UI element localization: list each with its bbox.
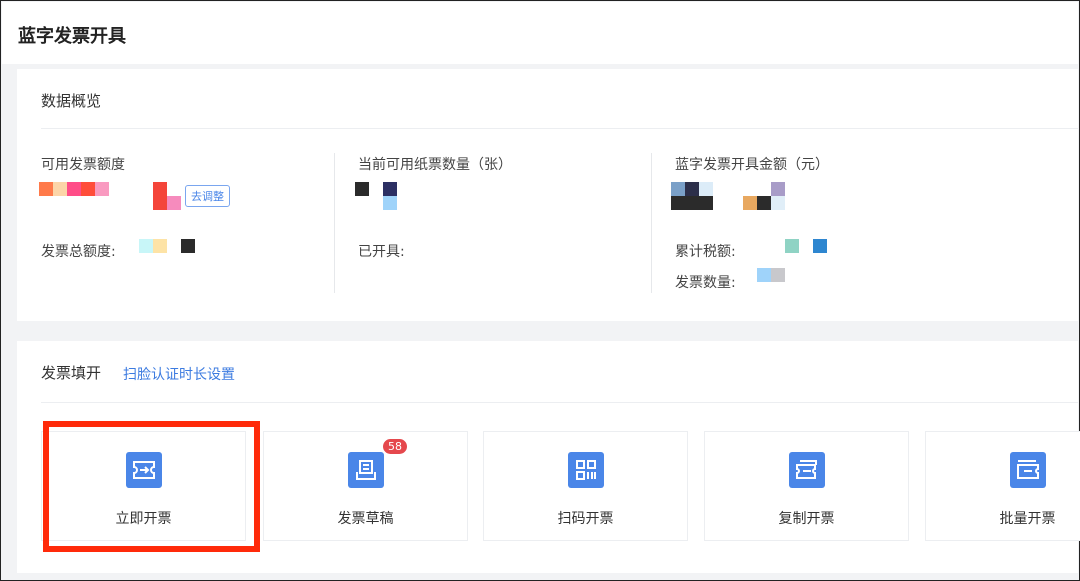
ticket-arrow-icon <box>125 452 162 488</box>
invoice-count-label: 发票数量: <box>675 275 736 291</box>
column-divider <box>651 153 652 293</box>
invoice-issue-card: 发票填开 扫脸认证时长设置 立即开票 58 发票草稿 扫码开票 复制开票 批量开… <box>17 341 1080 573</box>
adjust-quota-button[interactable]: 去调整 <box>185 185 230 207</box>
batch-ticket-icon <box>1009 452 1046 488</box>
section-title: 数据概览 <box>41 92 102 110</box>
data-overview-card: 数据概览 可用发票额度 去调整 发票总额度: 当前可用纸票数量（张） 已开具: … <box>17 69 1078 321</box>
total-quota-label: 发票总额度: <box>41 244 116 260</box>
tile-batch-issue[interactable]: 批量开票 <box>925 431 1080 541</box>
draft-tray-icon <box>347 452 384 488</box>
draft-count-badge: 58 <box>382 438 408 455</box>
tile-issue-now[interactable]: 立即开票 <box>41 431 246 541</box>
title-bar: 蓝字发票开具 <box>2 2 1078 64</box>
divider <box>41 128 1078 129</box>
issued-label: 已开具: <box>358 244 405 260</box>
tile-label: 复制开票 <box>778 511 835 527</box>
tile-label: 批量开票 <box>999 511 1056 527</box>
face-auth-duration-link[interactable]: 扫脸认证时长设置 <box>123 364 235 384</box>
divider <box>41 402 1078 403</box>
tile-label: 发票草稿 <box>337 511 394 527</box>
column-divider <box>334 153 335 293</box>
blue-invoice-amount-label: 蓝字发票开具金额（元） <box>675 157 829 173</box>
tile-label: 扫码开票 <box>557 511 614 527</box>
tile-copy-issue[interactable]: 复制开票 <box>704 431 909 541</box>
app-window: 蓝字发票开具 数据概览 可用发票额度 去调整 发票总额度: 当前可用纸票数量（张… <box>0 0 1080 581</box>
section-title: 发票填开 <box>41 364 102 382</box>
tile-scan-issue[interactable]: 扫码开票 <box>483 431 688 541</box>
available-quota-label: 可用发票额度 <box>41 157 125 173</box>
copy-ticket-icon <box>788 452 825 488</box>
tile-label: 立即开票 <box>115 511 172 527</box>
paper-invoice-count-label: 当前可用纸票数量（张） <box>358 157 512 173</box>
page-title: 蓝字发票开具 <box>18 26 126 47</box>
qr-code-icon <box>567 452 604 488</box>
tile-invoice-drafts[interactable]: 58 发票草稿 <box>263 431 468 541</box>
cumulative-tax-label: 累计税额: <box>675 244 736 260</box>
